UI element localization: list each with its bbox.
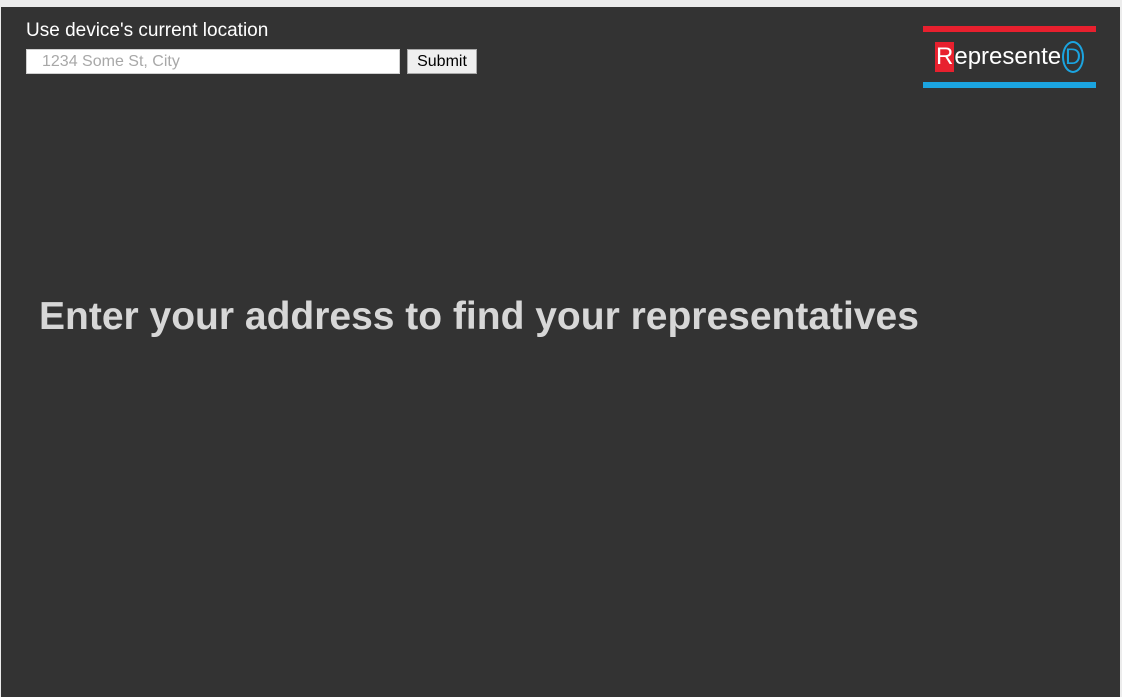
address-input[interactable] [26, 49, 400, 74]
logo-first-letter: R [935, 42, 955, 72]
logo-text: Represente D [935, 41, 1085, 73]
use-current-location-link[interactable]: Use device's current location [26, 20, 268, 42]
representated-logo[interactable]: Represente D [923, 26, 1096, 88]
logo-last-letter: D [1062, 41, 1085, 73]
logo-middle-text: epresente [954, 43, 1062, 70]
logo-blue-bar [923, 82, 1096, 88]
submit-button[interactable]: Submit [407, 49, 477, 74]
page-headline: Enter your address to find your represen… [39, 295, 919, 338]
page: Use device's current location Submit Rep… [1, 7, 1120, 697]
logo-red-bar [923, 26, 1096, 32]
